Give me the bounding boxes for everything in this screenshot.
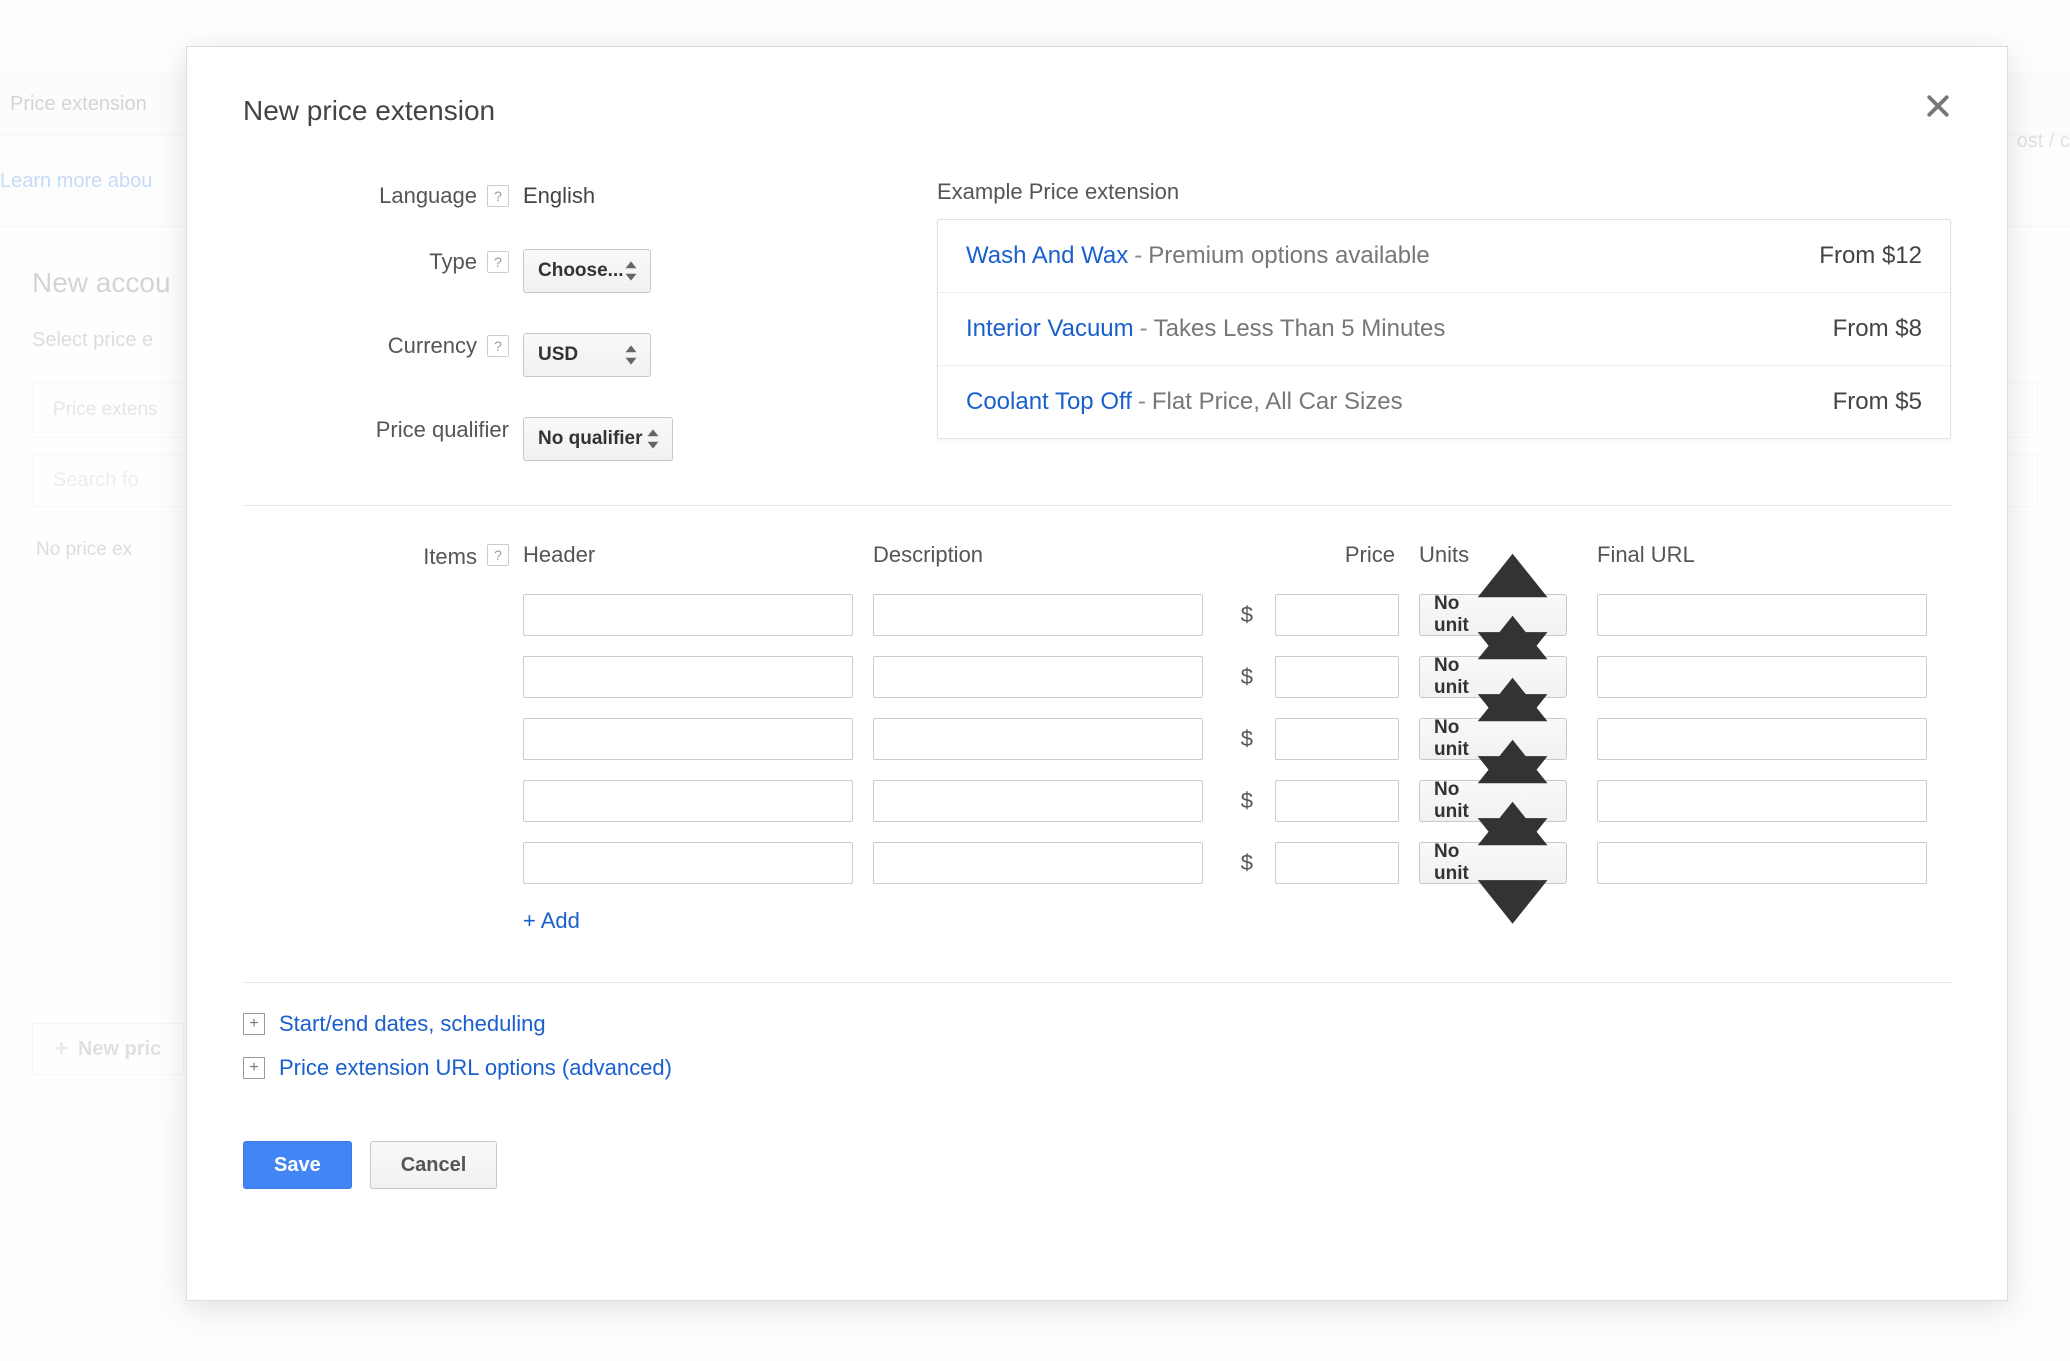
close-icon — [1923, 91, 1953, 121]
example-link[interactable]: Interior Vacuum — [966, 315, 1134, 342]
example-row: Coolant Top Off-Flat Price, All Car Size… — [938, 366, 1950, 438]
description-input[interactable] — [873, 718, 1203, 760]
currency-symbol: $ — [1223, 664, 1255, 690]
description-input[interactable] — [873, 656, 1203, 698]
help-icon[interactable]: ? — [487, 185, 509, 207]
expander-url-options[interactable]: + Price extension URL options (advanced) — [243, 1055, 1951, 1081]
example-list: Wash And Wax-Premium options available F… — [937, 219, 1951, 439]
sort-icon — [1469, 793, 1556, 932]
final-url-input[interactable] — [1597, 718, 1927, 760]
description-input[interactable] — [873, 842, 1203, 884]
col-header-price: Price — [1223, 542, 1399, 574]
final-url-input[interactable] — [1597, 594, 1927, 636]
modal-title: New price extension — [243, 95, 1951, 127]
final-url-input[interactable] — [1597, 780, 1927, 822]
help-icon[interactable]: ? — [487, 544, 509, 566]
header-input[interactable] — [523, 842, 853, 884]
header-input[interactable] — [523, 718, 853, 760]
price-input[interactable] — [1275, 594, 1399, 636]
price-input[interactable] — [1275, 842, 1399, 884]
currency-symbol: $ — [1223, 726, 1255, 752]
divider — [243, 982, 1951, 983]
description-input[interactable] — [873, 594, 1203, 636]
example-link[interactable]: Coolant Top Off — [966, 388, 1132, 415]
header-input[interactable] — [523, 656, 853, 698]
sort-icon — [624, 260, 638, 282]
example-row: Wash And Wax-Premium options available F… — [938, 220, 1950, 293]
expander-scheduling[interactable]: + Start/end dates, scheduling — [243, 1011, 1951, 1037]
final-url-input[interactable] — [1597, 842, 1927, 884]
add-item-link[interactable]: + Add — [523, 908, 580, 934]
help-icon[interactable]: ? — [487, 335, 509, 357]
price-input[interactable] — [1275, 780, 1399, 822]
price-input[interactable] — [1275, 656, 1399, 698]
divider — [243, 505, 1951, 506]
currency-select[interactable]: USD — [523, 333, 651, 377]
description-input[interactable] — [873, 780, 1203, 822]
expand-icon: + — [243, 1057, 265, 1079]
currency-symbol: $ — [1223, 788, 1255, 814]
price-input[interactable] — [1275, 718, 1399, 760]
final-url-input[interactable] — [1597, 656, 1927, 698]
footer-buttons: Save Cancel — [243, 1141, 1951, 1189]
cancel-button[interactable]: Cancel — [370, 1141, 498, 1189]
example-title: Example Price extension — [937, 179, 1951, 205]
language-value: English — [523, 179, 923, 209]
example-price: From $5 — [1833, 388, 1922, 416]
example-row: Interior Vacuum-Takes Less Than 5 Minute… — [938, 293, 1950, 366]
type-label: Type ? — [243, 245, 523, 275]
sort-icon — [646, 428, 660, 450]
header-input[interactable] — [523, 780, 853, 822]
language-label: Language ? — [243, 179, 523, 209]
close-button[interactable] — [1923, 91, 1953, 121]
price-extension-modal: New price extension Language ? English E… — [186, 46, 2008, 1301]
save-button[interactable]: Save — [243, 1141, 352, 1189]
price-qualifier-select[interactable]: No qualifier — [523, 417, 673, 461]
col-header-description: Description — [873, 542, 1203, 574]
currency-symbol: $ — [1223, 602, 1255, 628]
price-qualifier-label: Price qualifier — [243, 413, 523, 443]
col-header-header: Header — [523, 542, 853, 574]
example-price: From $8 — [1833, 315, 1922, 343]
currency-symbol: $ — [1223, 850, 1255, 876]
example-link[interactable]: Wash And Wax — [966, 242, 1128, 269]
items-table: Header Description Price Units Final URL… — [523, 542, 1951, 884]
header-input[interactable] — [523, 594, 853, 636]
sort-icon — [624, 344, 638, 366]
units-select[interactable]: No unit — [1419, 842, 1567, 884]
expand-icon: + — [243, 1013, 265, 1035]
help-icon[interactable]: ? — [487, 251, 509, 273]
currency-label: Currency ? — [243, 329, 523, 359]
items-label: Items ? — [243, 542, 523, 934]
col-header-final-url: Final URL — [1597, 542, 1927, 574]
type-select[interactable]: Choose... — [523, 249, 651, 293]
example-price: From $12 — [1819, 242, 1922, 270]
